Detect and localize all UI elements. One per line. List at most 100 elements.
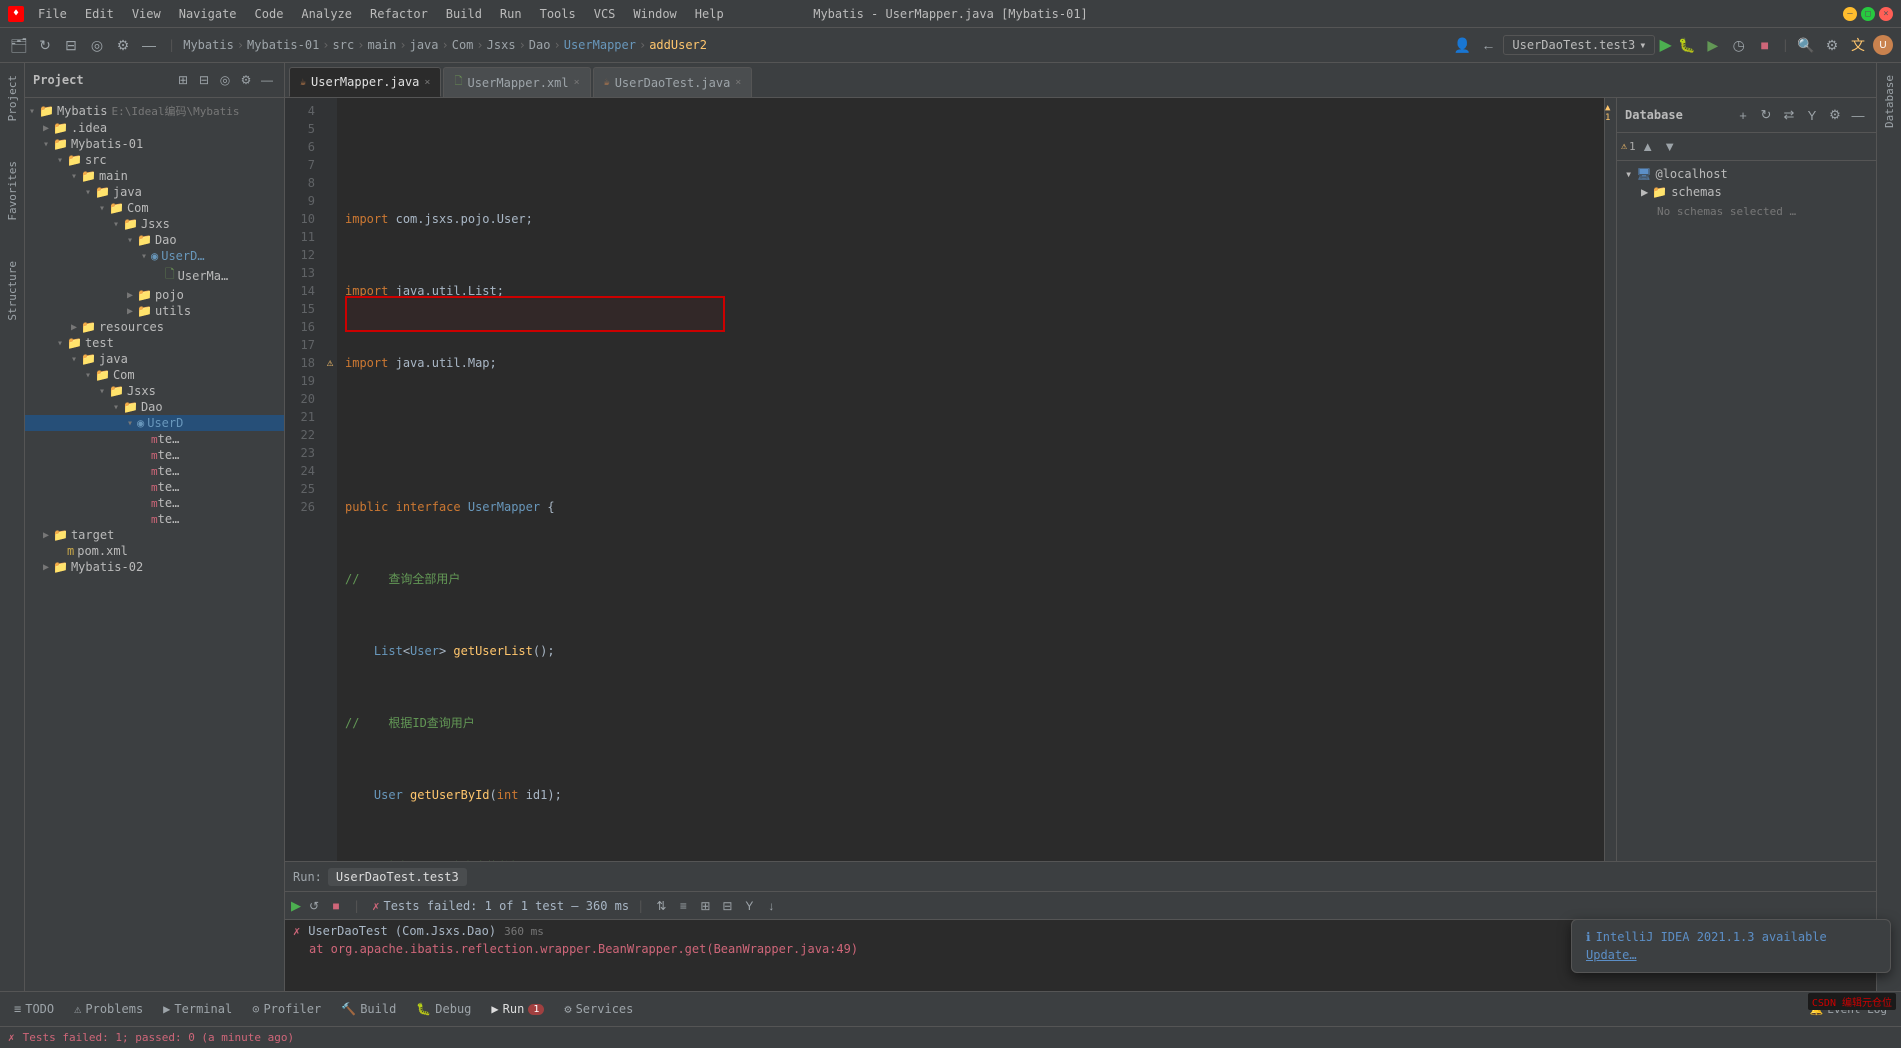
settings-btn[interactable]: ⚙	[112, 34, 134, 56]
tab-close-btn[interactable]: ×	[574, 77, 580, 88]
run-config-selector[interactable]: UserDaoTest.test3 ▾	[1503, 35, 1655, 55]
tree-item-test2[interactable]: m te…	[25, 447, 284, 463]
bottom-tab-build[interactable]: 🔨 Build	[333, 998, 404, 1020]
menu-analyze[interactable]: Analyze	[293, 5, 360, 23]
menu-view[interactable]: View	[124, 5, 169, 23]
tab-usermapper-xml[interactable]: 🗋 UserMapper.xml ×	[443, 67, 590, 97]
tree-item-target[interactable]: ▶ 📁 target	[25, 527, 284, 543]
db-nav-down[interactable]: ▼	[1660, 137, 1680, 157]
bottom-rerun-btn[interactable]: ↺	[305, 897, 323, 915]
tab-userdaotest-java[interactable]: ☕ UserDaoTest.java ×	[593, 67, 753, 97]
bottom-tab-problems[interactable]: ⚠ Problems	[66, 998, 151, 1020]
debug-button[interactable]: 🐛	[1676, 34, 1698, 56]
hide-btn[interactable]: —	[138, 34, 160, 56]
minimize-button[interactable]: –	[1843, 7, 1857, 21]
tree-item-mybatis01[interactable]: ▾ 📁 Mybatis-01	[25, 136, 284, 152]
sync-btn[interactable]: ↻	[34, 34, 56, 56]
menu-build[interactable]: Build	[438, 5, 490, 23]
editor-content[interactable]: 4 5 6 7 8 9 10 11 12 13 14 15 16 17	[285, 98, 1616, 861]
bottom-run-btn[interactable]: ▶	[291, 898, 301, 914]
menu-code[interactable]: Code	[247, 5, 292, 23]
tree-item-test6[interactable]: m te…	[25, 511, 284, 527]
editor-scrollbar[interactable]: ▲ 1	[1604, 98, 1616, 861]
tree-item-java-main[interactable]: ▾ 📁 java	[25, 184, 284, 200]
tree-item-test4[interactable]: m te…	[25, 479, 284, 495]
tree-item-dao-test[interactable]: ▾ 📁 Dao	[25, 399, 284, 415]
tree-item-com[interactable]: ▾ 📁 Com	[25, 200, 284, 216]
group-btn[interactable]: ≡	[674, 897, 692, 915]
breadcrumb-jsxs[interactable]: Jsxs	[487, 38, 516, 52]
breadcrumb-main[interactable]: main	[367, 38, 396, 52]
db-nav-up[interactable]: ▲	[1638, 137, 1658, 157]
tree-item-test1[interactable]: m te…	[25, 431, 284, 447]
menu-file[interactable]: File	[30, 5, 75, 23]
menu-edit[interactable]: Edit	[77, 5, 122, 23]
tree-item-pom[interactable]: m pom.xml	[25, 543, 284, 559]
menu-refactor[interactable]: Refactor	[362, 5, 436, 23]
vtab-favorites[interactable]: Favorites	[2, 153, 23, 229]
vtab-database[interactable]: Database	[1879, 67, 1900, 136]
tab-usermapper-java[interactable]: ☕ UserMapper.java ×	[289, 67, 441, 97]
bottom-tab-debug[interactable]: 🐛 Debug	[408, 998, 479, 1020]
user-avatar[interactable]: U	[1873, 35, 1893, 55]
collapse-all-btn[interactable]: ⊟	[60, 34, 82, 56]
tab-close-btn[interactable]: ×	[424, 77, 430, 88]
breadcrumb-mybatis01[interactable]: Mybatis-01	[247, 38, 319, 52]
expand-all-btn[interactable]: ⊞	[696, 897, 714, 915]
translate-btn[interactable]: 文	[1847, 34, 1869, 56]
db-item-localhost[interactable]: ▾ 🖥 @localhost	[1621, 165, 1872, 183]
tree-item-usermapper-interface[interactable]: ▾ ◉ UserD…	[25, 248, 284, 264]
db-refresh-btn[interactable]: ↻	[1756, 105, 1776, 125]
update-link[interactable]: Update…	[1586, 948, 1637, 962]
tree-item-jsxs[interactable]: ▾ 📁 Jsxs	[25, 216, 284, 232]
breadcrumb-java[interactable]: java	[410, 38, 439, 52]
back-btn[interactable]: ←	[1477, 34, 1499, 56]
sidebar-hide-btn[interactable]: —	[258, 71, 276, 89]
sort-btn[interactable]: ⇅	[652, 897, 670, 915]
bottom-stop-btn[interactable]: ■	[327, 897, 345, 915]
run-button[interactable]: ▶	[1659, 35, 1671, 55]
menu-window[interactable]: Window	[625, 5, 684, 23]
coverage-button[interactable]: ▶	[1702, 34, 1724, 56]
tree-item-dao-main[interactable]: ▾ 📁 Dao	[25, 232, 284, 248]
maximize-button[interactable]: □	[1861, 7, 1875, 21]
bottom-tab-profiler[interactable]: ⊙ Profiler	[244, 998, 329, 1020]
tab-close-btn[interactable]: ×	[735, 77, 741, 88]
tree-item-mybatis[interactable]: ▾ 📁 Mybatis E:\Ideal编码\Mybatis	[25, 102, 284, 120]
breadcrumb-dao[interactable]: Dao	[529, 38, 551, 52]
menu-run[interactable]: Run	[492, 5, 530, 23]
locate-btn[interactable]: ◎	[86, 34, 108, 56]
filter-btn[interactable]: Y	[740, 897, 758, 915]
collapse-all-run-btn[interactable]: ⊟	[718, 897, 736, 915]
tree-item-userdaotest[interactable]: ▾ ◉ UserD	[25, 415, 284, 431]
tree-item-pojo[interactable]: ▶ 📁 pojo	[25, 287, 284, 303]
sidebar-collapse-btn[interactable]: ⊟	[195, 71, 213, 89]
sidebar-expand-btn[interactable]: ⊞	[174, 71, 192, 89]
bottom-tab-run[interactable]: ▶ Run 1	[483, 998, 552, 1020]
db-hide-btn[interactable]: —	[1848, 105, 1868, 125]
bottom-tab-terminal[interactable]: ▶ Terminal	[155, 998, 240, 1020]
stop-button[interactable]: ■	[1754, 34, 1776, 56]
search-everywhere-btn[interactable]: 🔍	[1795, 34, 1817, 56]
project-icon-btn[interactable]: 🗂	[8, 34, 30, 56]
breadcrumb-mybatis[interactable]: Mybatis	[183, 38, 234, 52]
vtab-project[interactable]: Project	[2, 67, 23, 129]
tree-item-src[interactable]: ▾ 📁 src	[25, 152, 284, 168]
tree-item-main[interactable]: ▾ 📁 main	[25, 168, 284, 184]
tree-item-test5[interactable]: m te…	[25, 495, 284, 511]
tree-item-resources[interactable]: ▶ 📁 resources	[25, 319, 284, 335]
tree-item-idea[interactable]: ▶ 📁 .idea	[25, 120, 284, 136]
db-add-btn[interactable]: +	[1733, 105, 1753, 125]
bottom-tab-services[interactable]: ⚙ Services	[556, 998, 641, 1020]
tree-item-test3[interactable]: m te…	[25, 463, 284, 479]
tree-item-usermapper-java[interactable]: 🗋 UserMa…	[25, 264, 284, 287]
profile-run-button[interactable]: ◷	[1728, 34, 1750, 56]
tree-item-mybatis02[interactable]: ▶ 📁 Mybatis-02	[25, 559, 284, 575]
scroll-end-btn[interactable]: ↓	[762, 897, 780, 915]
run-tab-test3[interactable]: UserDaoTest.test3	[328, 868, 467, 886]
breadcrumb-src[interactable]: src	[333, 38, 355, 52]
tree-item-utils[interactable]: ▶ 📁 utils	[25, 303, 284, 319]
tree-item-java-test[interactable]: ▾ 📁 java	[25, 351, 284, 367]
profile-btn[interactable]: 👤	[1451, 34, 1473, 56]
db-filter-btn[interactable]: Y	[1802, 105, 1822, 125]
